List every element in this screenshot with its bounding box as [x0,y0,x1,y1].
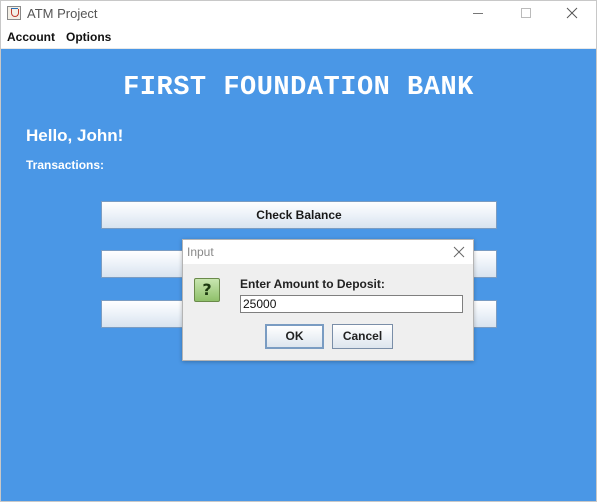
dialog-title-bar[interactable]: Input [183,240,473,264]
menu-options[interactable]: Options [66,30,111,44]
window-title: ATM Project [27,6,98,21]
transactions-label: Transactions: [26,158,105,172]
bank-name-heading: FIRST FOUNDATION BANK [123,73,474,103]
close-icon [453,246,465,258]
question-icon: ? [194,278,220,302]
close-button[interactable] [564,5,580,21]
deposit-prompt: Enter Amount to Deposit: [240,277,385,291]
menu-account[interactable]: Account [7,30,55,44]
greeting-text: Hello, John! [26,126,124,145]
deposit-amount-input[interactable] [240,295,463,313]
dialog-close-button[interactable] [451,244,467,260]
cancel-button[interactable]: Cancel [332,324,393,349]
dialog-title: Input [187,245,214,259]
minimize-button[interactable] [470,5,486,21]
check-balance-button[interactable]: Check Balance [101,201,497,229]
input-dialog: Input ? Enter Amount to Deposit: OK Canc… [182,239,474,361]
title-bar[interactable]: ATM Project [1,1,596,27]
close-icon [566,7,578,19]
maximize-button[interactable] [518,5,534,21]
menu-bar: Account Options [1,27,596,49]
java-app-icon [7,6,21,20]
ok-button[interactable]: OK [265,324,324,349]
